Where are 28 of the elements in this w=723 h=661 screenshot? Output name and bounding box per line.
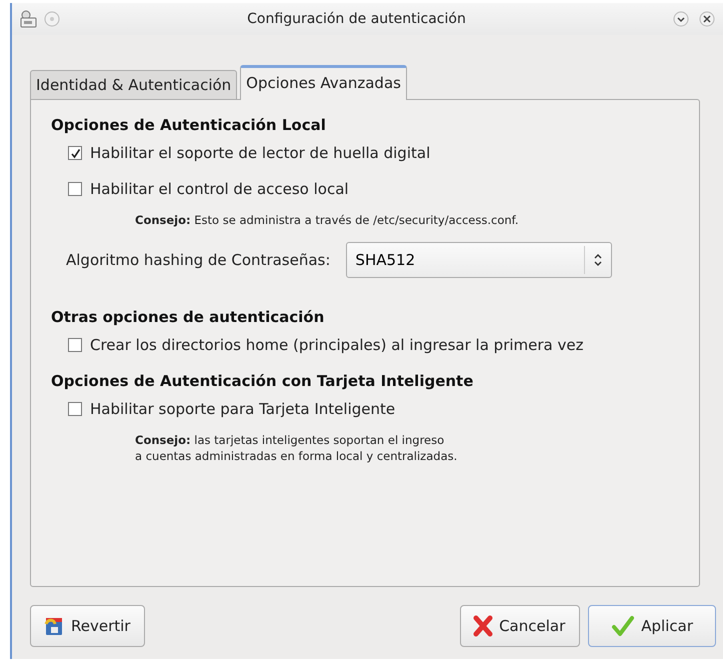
minimize-icon[interactable] — [673, 11, 689, 27]
checkbox[interactable] — [68, 402, 82, 416]
checkbox[interactable] — [68, 182, 82, 196]
field-label: Algoritmo hashing de Contraseñas: — [66, 251, 330, 270]
checkbox-option[interactable]: Crear los directorios home (principales) al ingresar la primera vez — [68, 336, 584, 354]
app-icon — [18, 9, 38, 29]
hash-dropdown[interactable]: SHA512 — [346, 242, 612, 278]
spinner-arrows-icon — [593, 253, 604, 268]
cross-icon — [473, 615, 494, 637]
apply-button[interactable]: Aplicar — [588, 605, 716, 647]
checkbox-option[interactable]: Habilitar el control de acceso local — [68, 180, 349, 198]
checkbox-option[interactable]: Habilitar soporte para Tarjeta Inteligente — [68, 400, 396, 418]
hint-text: Consejo: Esto se administra a través de /etc/security/access.conf. — [135, 212, 520, 228]
checkmark-icon — [611, 615, 636, 637]
checkbox[interactable] — [68, 146, 82, 160]
checkbox[interactable] — [68, 338, 82, 352]
cancel-button[interactable]: Cancelar — [460, 605, 580, 647]
tab[interactable]: Identidad & Autenticación — [30, 70, 238, 99]
section-heading: Opciones de Autenticación con Tarjeta Inteligente — [51, 372, 474, 390]
section-heading: Otras opciones de autenticación — [51, 308, 326, 326]
tab[interactable]: Opciones Avanzadas — [240, 65, 407, 100]
revert-icon — [43, 615, 65, 637]
hint-text: Consejo: las tarjetas inteligentes soportan el ingreso a cuentas administradas en forma local y centralizadas. — [135, 432, 458, 464]
checkbox-option[interactable]: Habilitar el soporte de lector de huella digital — [68, 144, 430, 162]
window-title: Configuración de autenticación — [246, 11, 467, 27]
close-icon[interactable] — [699, 11, 715, 27]
section-heading: Opciones de Autenticación Local — [51, 116, 327, 134]
revert-button[interactable]: Revertir — [30, 605, 146, 647]
